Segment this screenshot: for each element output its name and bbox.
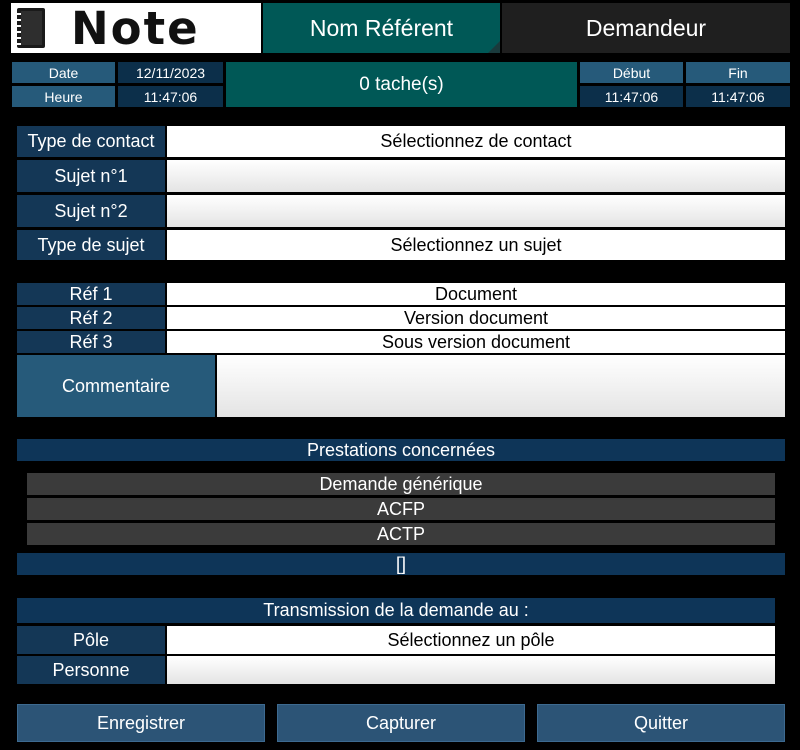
prestation-item[interactable]: ACFP: [27, 498, 775, 520]
tab-nom-referent[interactable]: Nom Référent: [263, 3, 500, 53]
ref3-label: Réf 3: [17, 331, 165, 353]
prestation-item[interactable]: ACTP: [27, 523, 775, 545]
quit-button[interactable]: Quitter: [537, 704, 785, 742]
subject1-input[interactable]: [167, 160, 785, 192]
subject2-label: Sujet n°2: [17, 195, 165, 227]
tab-demandeur[interactable]: Demandeur: [502, 3, 790, 53]
ref2-input[interactable]: Version document: [167, 307, 785, 329]
contact-type-select[interactable]: Sélectionnez de contact: [167, 126, 785, 157]
subject-type-select[interactable]: Sélectionnez un sujet: [167, 230, 785, 260]
ref3-input[interactable]: Sous version document: [167, 331, 785, 353]
date-value: 12/11/2023: [118, 62, 223, 83]
capture-button[interactable]: Capturer: [277, 704, 525, 742]
save-button[interactable]: Enregistrer: [17, 704, 265, 742]
pole-label: Pôle: [17, 626, 165, 654]
subject2-input[interactable]: [167, 195, 785, 227]
start-label: Début: [580, 62, 683, 83]
prestations-selection-bar: []: [17, 553, 785, 575]
end-label: Fin: [686, 62, 790, 83]
notebook-icon: [15, 8, 45, 48]
start-value: 11:47:06: [580, 86, 683, 107]
subject-type-label: Type de sujet: [17, 230, 165, 260]
prestation-item[interactable]: Demande générique: [27, 473, 775, 495]
person-label: Personne: [17, 656, 165, 684]
comment-label: Commentaire: [17, 355, 215, 417]
ref1-label: Réf 1: [17, 283, 165, 305]
comment-textarea[interactable]: [217, 355, 785, 417]
task-count[interactable]: 0 tache(s): [226, 62, 577, 107]
ref2-label: Réf 2: [17, 307, 165, 329]
end-value: 11:47:06: [686, 86, 790, 107]
time-value: 11:47:06: [118, 86, 223, 107]
date-label: Date: [12, 62, 115, 83]
subject1-label: Sujet n°1: [17, 160, 165, 192]
pole-select[interactable]: Sélectionnez un pôle: [167, 626, 775, 654]
contact-type-label: Type de contact: [17, 126, 165, 157]
person-input[interactable]: [167, 656, 775, 684]
transmission-header: Transmission de la demande au :: [17, 598, 775, 623]
logo-text: Note: [71, 1, 200, 55]
ref1-input[interactable]: Document: [167, 283, 785, 305]
time-label: Heure: [12, 86, 115, 107]
app-logo: Note: [11, 1, 261, 55]
prestations-header: Prestations concernées: [17, 439, 785, 461]
